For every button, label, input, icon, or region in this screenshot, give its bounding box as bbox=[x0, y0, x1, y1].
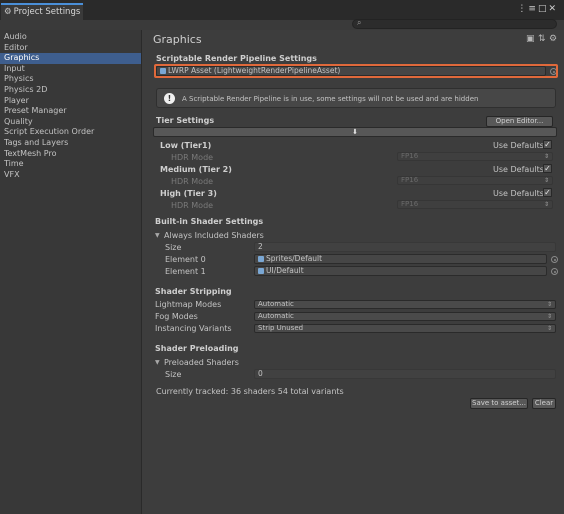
download-arrow-icon: ⬇ bbox=[352, 128, 358, 136]
instancing-variants-label: Instancing Variants bbox=[155, 324, 232, 333]
sidebar-item-graphics[interactable]: Graphics bbox=[0, 53, 141, 64]
tier-high-label: High (Tier 3) bbox=[160, 189, 217, 198]
sidebar: Audio Editor Graphics Input Physics Phys… bbox=[0, 30, 142, 514]
use-defaults-label: Use Defaults bbox=[493, 165, 544, 174]
shader-icon bbox=[258, 256, 264, 262]
help-book-icon[interactable]: ▣ bbox=[526, 34, 535, 44]
use-defaults-checkbox-tier2[interactable]: ✓ bbox=[543, 164, 552, 173]
window-controls[interactable]: ⋮≡□✕ bbox=[517, 4, 558, 14]
srp-heading: Scriptable Render Pipeline Settings bbox=[156, 54, 317, 63]
dropdown-arrow-icon: ⇕ bbox=[543, 177, 549, 184]
always-included-size-field[interactable]: 2 bbox=[254, 242, 556, 252]
clear-button[interactable]: Clear bbox=[532, 398, 556, 409]
size-label: Size bbox=[165, 370, 182, 379]
hdr-mode-dropdown-tier1[interactable]: FP16 ⇕ bbox=[397, 152, 553, 161]
element-0-label: Element 0 bbox=[165, 255, 206, 264]
preloaded-shaders-foldout[interactable]: Preloaded Shaders bbox=[164, 358, 239, 367]
sidebar-item-input[interactable]: Input bbox=[0, 64, 141, 75]
tracked-status-text: Currently tracked: 36 shaders 54 total v… bbox=[156, 387, 344, 396]
open-editor-button[interactable]: Open Editor... bbox=[486, 116, 553, 127]
size-label: Size bbox=[165, 243, 182, 252]
hdr-mode-dropdown-tier2[interactable]: FP16 ⇕ bbox=[397, 176, 553, 185]
sidebar-item-audio[interactable]: Audio bbox=[0, 32, 141, 43]
sidebar-item-vfx[interactable]: VFX bbox=[0, 170, 141, 181]
hdr-mode-label: HDR Mode bbox=[171, 177, 214, 186]
info-text: A Scriptable Render Pipeline is in use, … bbox=[182, 95, 479, 103]
use-defaults-label: Use Defaults bbox=[493, 189, 544, 198]
dropdown-arrow-icon: ⇕ bbox=[543, 201, 549, 208]
tier-download-bar[interactable]: ⬇ bbox=[153, 127, 557, 137]
sidebar-item-player[interactable]: Player bbox=[0, 96, 141, 107]
use-defaults-checkbox-tier1[interactable]: ✓ bbox=[543, 140, 552, 149]
dropdown-arrow-icon: ⇕ bbox=[543, 153, 549, 160]
sidebar-item-script-execution-order[interactable]: Script Execution Order bbox=[0, 127, 141, 138]
fog-modes-dropdown[interactable]: Automatic ⇕ bbox=[254, 312, 556, 321]
shader-stripping-heading: Shader Stripping bbox=[155, 287, 232, 296]
sidebar-item-physics[interactable]: Physics bbox=[0, 74, 141, 85]
tier-low-label: Low (Tier1) bbox=[160, 141, 212, 150]
shader-preloading-heading: Shader Preloading bbox=[155, 344, 239, 353]
sidebar-item-time[interactable]: Time bbox=[0, 159, 141, 170]
gear-icon[interactable]: ⚙ bbox=[549, 34, 557, 44]
dropdown-arrow-icon: ⇕ bbox=[546, 313, 552, 320]
lightmap-modes-label: Lightmap Modes bbox=[155, 300, 222, 309]
object-picker-icon[interactable] bbox=[551, 256, 558, 263]
search-input[interactable]: ⌕ bbox=[352, 18, 557, 29]
hdr-mode-label: HDR Mode bbox=[171, 201, 214, 210]
highlight-box bbox=[154, 64, 558, 78]
dropdown-arrow-icon: ⇕ bbox=[546, 301, 552, 308]
save-to-asset-button[interactable]: Save to asset... bbox=[470, 398, 528, 409]
gear-icon: ⚙ bbox=[4, 7, 12, 17]
use-defaults-label: Use Defaults bbox=[493, 141, 544, 150]
sidebar-item-physics-2d[interactable]: Physics 2D bbox=[0, 85, 141, 96]
sidebar-item-quality[interactable]: Quality bbox=[0, 117, 141, 128]
shader-icon bbox=[258, 268, 264, 274]
lightmap-modes-dropdown[interactable]: Automatic ⇕ bbox=[254, 300, 556, 309]
fog-modes-label: Fog Modes bbox=[155, 312, 198, 321]
sidebar-item-textmesh-pro[interactable]: TextMesh Pro bbox=[0, 149, 141, 160]
foldout-arrow-icon[interactable]: ▼ bbox=[155, 359, 160, 366]
use-defaults-checkbox-tier3[interactable]: ✓ bbox=[543, 188, 552, 197]
instancing-variants-dropdown[interactable]: Strip Unused ⇕ bbox=[254, 324, 556, 333]
builtin-shader-heading: Built-in Shader Settings bbox=[155, 217, 264, 226]
info-icon: ! bbox=[164, 93, 175, 104]
window-titlebar bbox=[0, 0, 564, 20]
tier-medium-label: Medium (Tier 2) bbox=[160, 165, 232, 174]
preloaded-size-field[interactable]: 0 bbox=[254, 369, 556, 379]
foldout-arrow-icon[interactable]: ▼ bbox=[155, 232, 160, 239]
page-title: Graphics bbox=[153, 33, 202, 46]
object-picker-icon[interactable] bbox=[551, 268, 558, 275]
element-1-label: Element 1 bbox=[165, 267, 206, 276]
info-helpbox: ! A Scriptable Render Pipeline is in use… bbox=[156, 88, 556, 108]
preset-icon[interactable]: ⇅ bbox=[538, 34, 546, 44]
dropdown-arrow-icon: ⇕ bbox=[546, 325, 552, 332]
sidebar-item-preset-manager[interactable]: Preset Manager bbox=[0, 106, 141, 117]
hdr-mode-label: HDR Mode bbox=[171, 153, 214, 162]
element-1-field[interactable]: UI/Default bbox=[254, 266, 547, 276]
search-icon: ⌕ bbox=[357, 18, 362, 27]
element-0-field[interactable]: Sprites/Default bbox=[254, 254, 547, 264]
tier-settings-heading: Tier Settings bbox=[156, 116, 215, 125]
tab-label: Project Settings bbox=[13, 7, 81, 17]
always-included-foldout[interactable]: Always Included Shaders bbox=[164, 231, 264, 240]
sidebar-item-editor[interactable]: Editor bbox=[0, 43, 141, 54]
hdr-mode-dropdown-tier3[interactable]: FP16 ⇕ bbox=[397, 200, 553, 209]
settings-panel: Graphics ▣ ⇅ ⚙ Scriptable Render Pipelin… bbox=[146, 30, 564, 514]
tab-project-settings[interactable]: ⚙ Project Settings bbox=[1, 3, 83, 20]
sidebar-item-tags-and-layers[interactable]: Tags and Layers bbox=[0, 138, 141, 149]
